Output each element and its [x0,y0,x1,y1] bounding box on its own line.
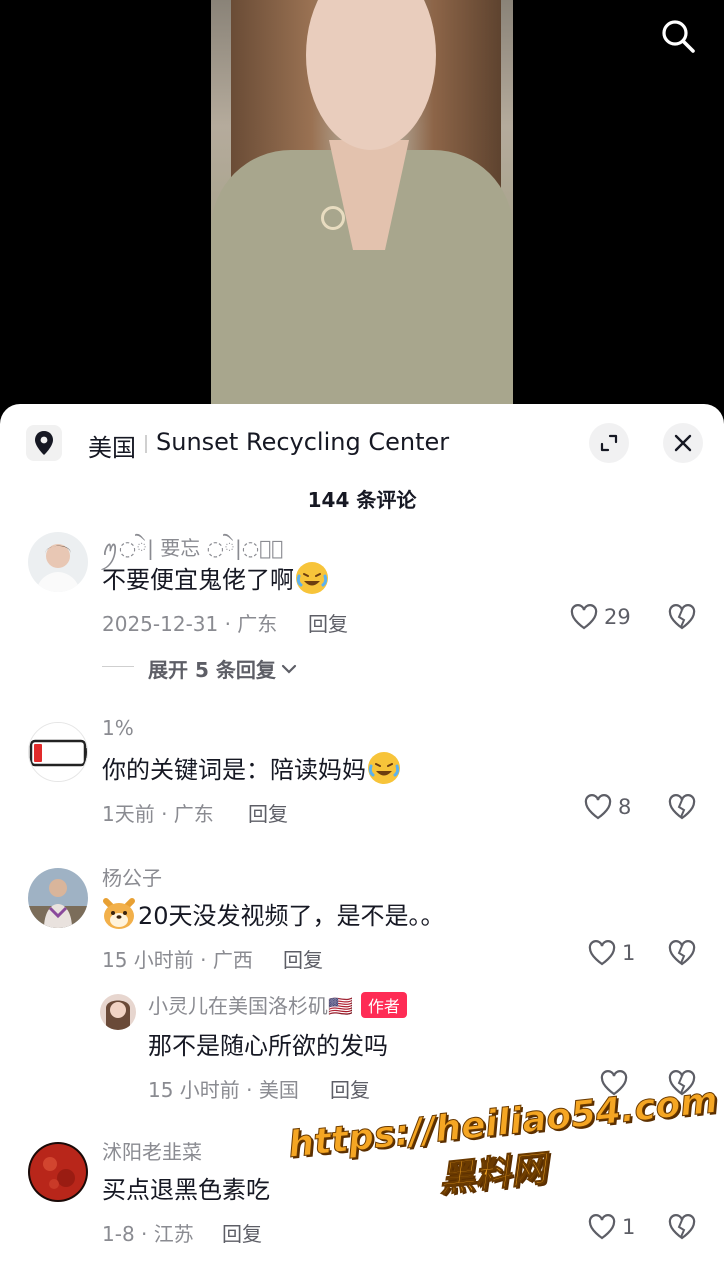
dislike-button[interactable] [668,1214,696,1244]
like-count: 29 [604,605,631,629]
dislike-button[interactable] [668,604,696,634]
dislike-button[interactable] [668,794,696,824]
heart-icon [588,1214,616,1240]
reply-button[interactable]: 回复 [283,944,323,973]
expand-divider [102,666,134,667]
like-count: 1 [622,941,636,965]
avatar[interactable] [28,868,88,928]
search-icon[interactable] [660,18,696,54]
comment-date: 15 小时前 · 广西 [102,948,253,972]
location-place: Sunset Recycling Center [156,428,450,456]
comment-username[interactable]: 杨公子 [102,862,162,891]
heart-icon [584,794,612,820]
reply-button[interactable]: 回复 [308,608,348,637]
reply-button[interactable]: 回复 [330,1074,370,1103]
broken-heart-icon [668,1214,696,1240]
location-divider [145,435,147,453]
broken-heart-icon [668,794,696,820]
video-player[interactable] [0,0,724,420]
comment-date: 1-8 · 江苏 [102,1222,194,1246]
like-button[interactable]: 8 [584,794,631,820]
comment-text-content: 你的关键词是：陪读妈妈 [102,756,366,784]
laugh-cry-emoji-icon [296,561,328,594]
comment-date: 1天前 · 广东 [102,802,214,826]
location-bar[interactable]: 美国 Sunset Recycling Center [0,404,724,484]
broken-heart-icon [668,940,696,966]
close-icon[interactable] [663,423,703,463]
comment-text: 不要便宜鬼佬了啊 [102,560,328,595]
heart-icon [570,604,598,630]
comment-text: 买点退黑色素吃 [102,1176,270,1204]
reply-avatar[interactable] [100,994,136,1030]
heart-icon [588,940,616,966]
like-button[interactable]: 29 [570,604,631,630]
comment-text-content: 不要便宜鬼佬了啊 [102,566,294,594]
comment-text: 20天没发视频了，是不是。。 [102,896,445,931]
expand-replies-label: 展开 5 条回复 [148,658,276,682]
broken-heart-icon [668,604,696,630]
comment-count: 144 条评论 [307,488,417,512]
like-count: 8 [618,795,632,819]
avatar[interactable] [28,532,88,592]
comment-text: 你的关键词是：陪读妈妈 [102,750,400,785]
expand-replies-button[interactable]: 展开 5 条回复 [148,654,298,683]
reply-button[interactable]: 回复 [222,1218,262,1247]
location-country: 美国 [88,434,136,462]
video-frame [211,0,513,420]
reply-button[interactable]: 回复 [248,798,288,827]
laugh-cry-emoji-icon [368,751,400,784]
reply-username[interactable]: 小灵儿在美国洛杉矶🇺🇸 [148,990,353,1019]
expand-icon[interactable] [589,423,629,463]
dog-face-emoji-icon [102,897,135,930]
avatar[interactable] [28,1142,88,1202]
comment-username[interactable]: 沭阳老韭菜 [102,1136,202,1165]
reply-username-row: 小灵儿在美国洛杉矶🇺🇸 作者 [148,990,407,1019]
avatar[interactable] [28,722,88,782]
comment-username[interactable]: 1% [102,716,134,740]
like-count: 1 [622,1215,636,1239]
location-pin-icon [26,425,62,461]
dislike-button[interactable] [668,940,696,970]
like-button[interactable]: 1 [588,1214,635,1240]
comment-text-content: 20天没发视频了，是不是。。 [138,902,445,930]
comment-date: 2025-12-31 · 广东 [102,612,278,636]
author-badge: 作者 [360,991,407,1018]
chevron-down-icon [281,664,296,674]
reply-text: 那不是随心所欲的发吗 [148,1032,388,1060]
reply-date: 15 小时前 · 美国 [148,1078,299,1102]
like-button[interactable]: 1 [588,940,635,966]
